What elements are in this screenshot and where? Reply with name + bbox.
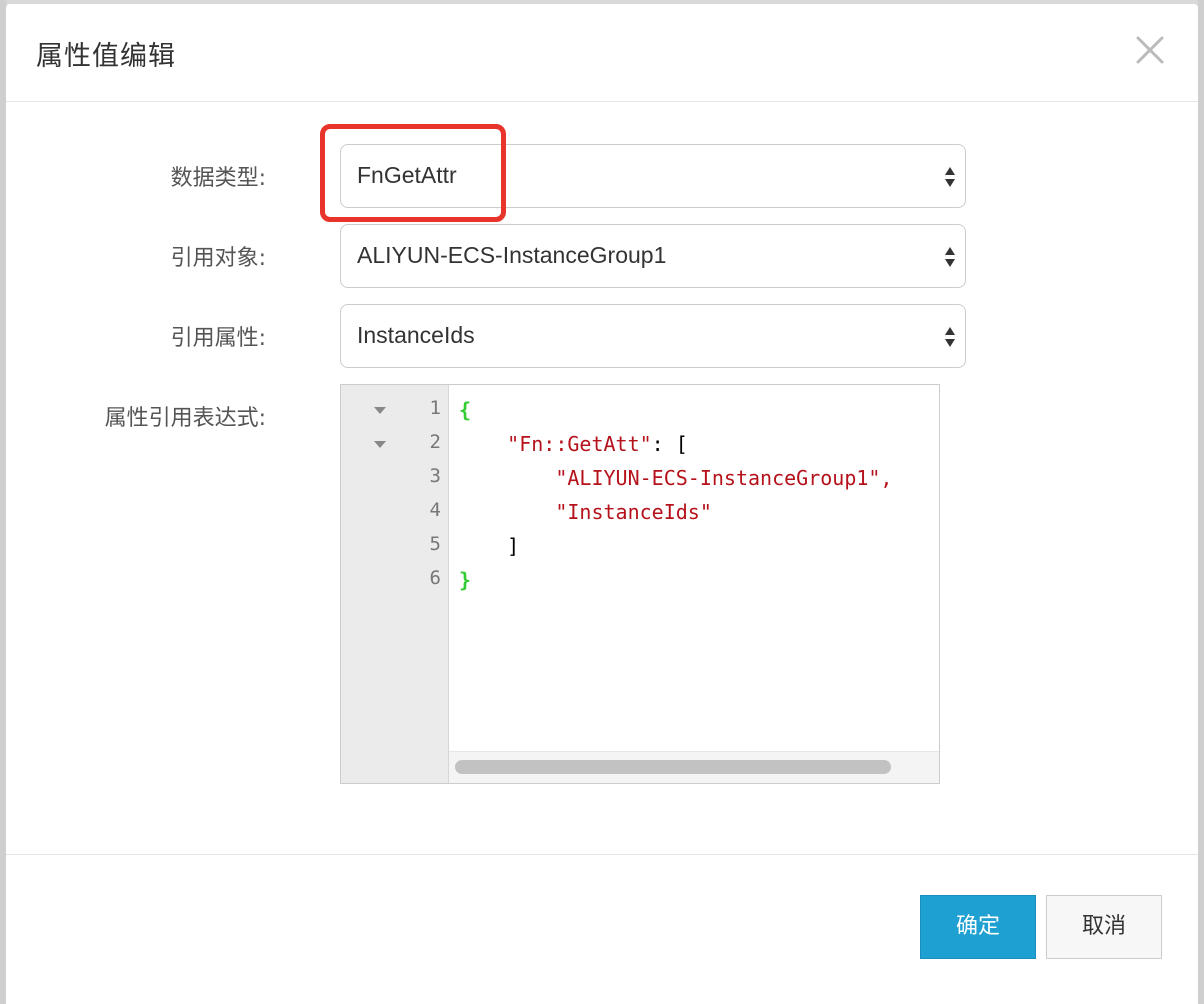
ref-attribute-label: 引用属性:	[170, 326, 266, 351]
gutter-row: 2	[341, 427, 449, 461]
attribute-value-edit-dialog: 属性值编辑 数据类型: FnGetAttr 引用对象: ALIYUN-ECS-I…	[6, 4, 1198, 1000]
gutter-row: 1	[341, 393, 449, 427]
line-number: 3	[429, 465, 441, 487]
gutter-row: 5	[341, 529, 449, 563]
select-arrows-icon	[943, 323, 957, 351]
select-arrows-icon	[943, 163, 957, 191]
backdrop-right-strip	[1198, 0, 1204, 1004]
code-line: ]	[459, 529, 519, 563]
code-token: }	[459, 568, 472, 592]
gutter-row: 4	[341, 495, 449, 529]
ref-attribute-select-value: InstanceIds	[357, 322, 475, 348]
expression-label: 属性引用表达式:	[104, 406, 266, 431]
code-line: {	[459, 393, 471, 427]
scrollbar-thumb[interactable]	[455, 760, 891, 774]
code-token: "Fn::GetAtt"	[507, 432, 652, 456]
ref-object-select[interactable]: ALIYUN-ECS-InstanceGroup1	[340, 224, 966, 288]
code-line: "Fn::GetAtt": [	[459, 427, 688, 461]
close-icon	[1136, 36, 1164, 64]
code-token: : [	[651, 432, 688, 456]
line-number: 4	[429, 499, 441, 521]
code-token: "ALIYUN-ECS-InstanceGroup1",	[555, 466, 893, 490]
code-token: {	[459, 398, 472, 422]
editor-gutter: 1 2 3 4 5 6	[341, 385, 449, 783]
cancel-button[interactable]: 取消	[1046, 895, 1162, 959]
line-number: 2	[429, 431, 441, 453]
editor-horizontal-scrollbar[interactable]	[449, 751, 939, 783]
code-line: }	[459, 563, 471, 597]
expression-code-editor[interactable]: 123456 { "Fn::GetAtt": [ "ALIYUN-ECS-Ins…	[340, 384, 940, 784]
gutter-row: 6	[341, 563, 449, 597]
ref-attribute-select[interactable]: InstanceIds	[340, 304, 966, 368]
gutter-row: 3	[341, 461, 449, 495]
close-button[interactable]	[1132, 32, 1168, 68]
confirm-button[interactable]: 确定	[920, 895, 1036, 959]
dialog-footer: 确定 取消	[6, 854, 1198, 1000]
code-token: "InstanceIds"	[555, 500, 712, 524]
dialog-header: 属性值编辑	[6, 4, 1198, 102]
highlight-annotation-box	[320, 124, 506, 222]
code-token: ]	[507, 534, 520, 558]
code-line: "ALIYUN-ECS-InstanceGroup1",	[459, 461, 892, 495]
line-number: 1	[429, 397, 441, 419]
select-arrows-icon	[943, 243, 957, 271]
ref-object-label: 引用对象:	[170, 246, 266, 271]
fold-arrow-icon[interactable]	[373, 405, 387, 415]
fold-arrow-icon[interactable]	[373, 439, 387, 449]
ref-object-select-value: ALIYUN-ECS-InstanceGroup1	[357, 242, 667, 268]
dialog-title: 属性值编辑	[36, 41, 176, 72]
line-number: 6	[429, 567, 441, 589]
line-number: 5	[429, 533, 441, 555]
code-line: "InstanceIds"	[459, 495, 712, 529]
data-type-label: 数据类型:	[170, 166, 266, 191]
